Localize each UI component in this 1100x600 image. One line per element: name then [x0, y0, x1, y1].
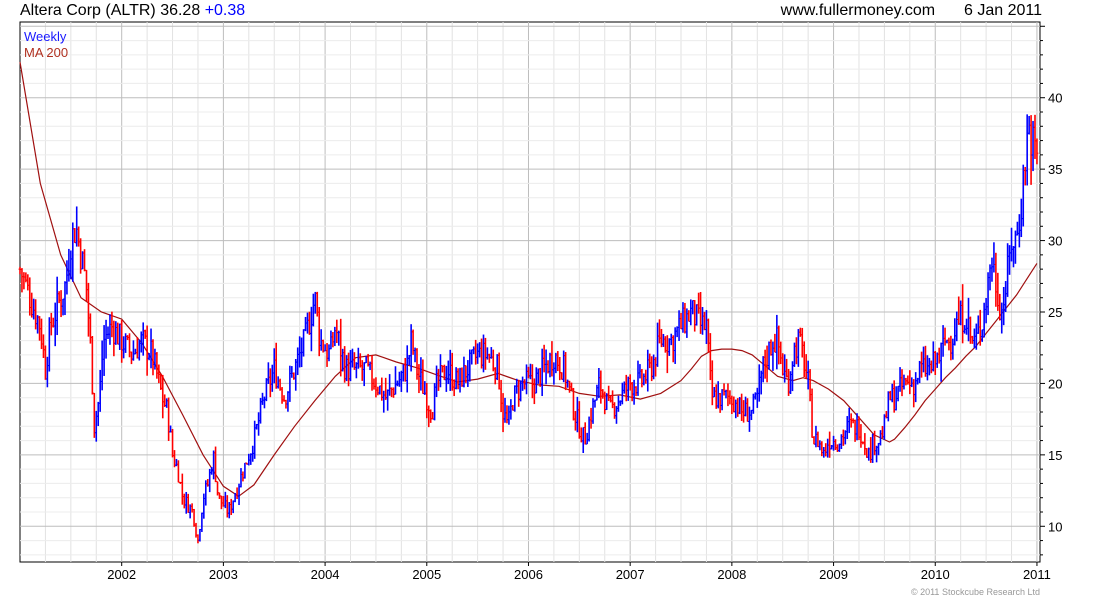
copyright-notice: © 2011 Stockcube Research Ltd	[910, 587, 1040, 597]
x-axis: 2002 2003 2004 2005 2006 2007 2008 2009 2010 2011	[107, 562, 1051, 582]
y-tick-label: 15	[1048, 448, 1062, 463]
x-tick-label: 2005	[412, 567, 441, 582]
x-tick-label: 2002	[107, 567, 136, 582]
legend-weekly: Weekly	[24, 29, 67, 44]
x-tick-label: 2003	[209, 567, 238, 582]
y-tick-label: 30	[1048, 234, 1062, 249]
y-axis: 10 15 20 25 30 35 40	[1040, 25, 1062, 556]
legend-ma-200: MA 200	[24, 45, 69, 60]
y-tick-label: 35	[1048, 162, 1062, 177]
price-chart: 2002 2003 2004 2005 2006 2007 2008 2009 2010 2011…	[18, 21, 1062, 582]
x-tick-label: 2010	[921, 567, 950, 582]
y-tick-label: 40	[1048, 91, 1062, 106]
x-tick-label: 2007	[616, 567, 645, 582]
x-tick-label: 2004	[311, 567, 340, 582]
x-tick-label: 2006	[514, 567, 543, 582]
y-tick-label: 25	[1048, 305, 1062, 320]
x-tick-label: 2008	[717, 567, 746, 582]
x-tick-label: 2009	[819, 567, 848, 582]
y-tick-label: 20	[1048, 376, 1062, 391]
y-tick-label: 10	[1048, 519, 1062, 534]
x-tick-label: 2011	[1023, 567, 1051, 582]
